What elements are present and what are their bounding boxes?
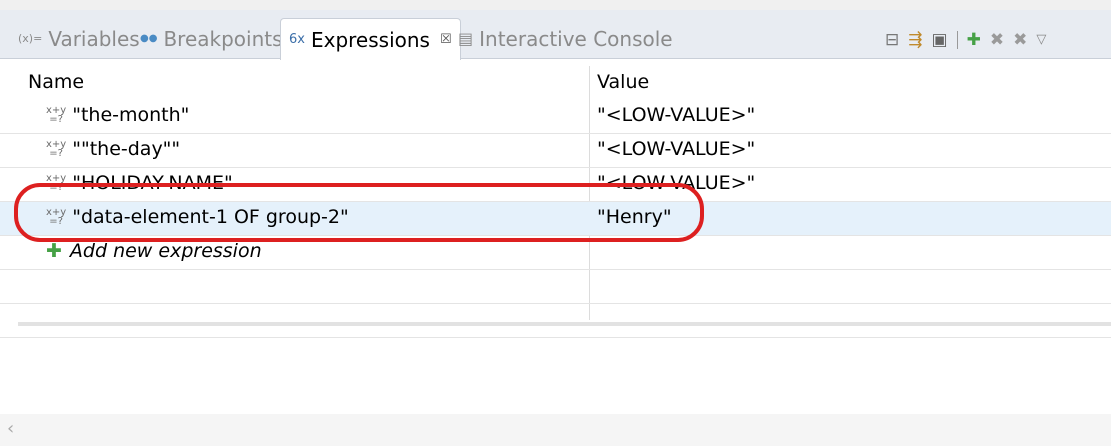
- expressions-table: Name Value x+y =? "the-month" "<LOW-VALUE>…: [0, 66, 1111, 338]
- expression-value: "<LOW-VALUE>": [597, 138, 756, 160]
- table-row[interactable]: x+y =? ""the-day"" "<LOW-VALUE>": [0, 134, 1111, 168]
- tab-label: Expressions: [310, 27, 430, 52]
- expression-value: "Henry": [597, 206, 672, 228]
- table-row-selected[interactable]: x+y =? "data-element-1 OF group-2" "Henry": [0, 202, 1111, 236]
- tab-label: Variables: [48, 26, 140, 51]
- expression-name: "the-month": [72, 104, 190, 126]
- tab-label: Breakpoints: [163, 26, 283, 51]
- expression-name: "data-element-1 OF group-2": [72, 206, 349, 228]
- view-toolbar: ⊟ ⇶ ▣ ✚ ✖ ✖ ▽: [885, 30, 1046, 50]
- add-expression-row[interactable]: ✚ Add new expression: [0, 236, 1111, 270]
- tab-label: Interactive Console: [479, 26, 673, 51]
- expression-name: "HOLIDAY-NAME": [72, 172, 233, 194]
- breakpoints-icon: ●●: [140, 33, 158, 44]
- watch-expression-icon: x+y =?: [46, 105, 67, 125]
- add-expression-icon[interactable]: ✚: [967, 30, 981, 50]
- horizontal-scrollbar[interactable]: ‹: [0, 414, 1111, 446]
- watch-expression-icon: x+y =?: [46, 173, 67, 193]
- remove-icon[interactable]: ✖: [990, 30, 1004, 50]
- tab-breakpoints[interactable]: ●● Breakpoints: [140, 19, 283, 58]
- expression-name: ""the-day"": [72, 138, 181, 160]
- toolbar-separator: [956, 31, 958, 49]
- remove-all-icon[interactable]: ✖: [1013, 30, 1027, 50]
- variables-icon: (x)=: [18, 32, 43, 45]
- show-logical-structure-icon[interactable]: ▣: [932, 30, 948, 50]
- expression-value: "<LOW-VALUE>": [597, 172, 756, 194]
- table-row[interactable]: x+y =? "HOLIDAY-NAME" "<LOW-VALUE>": [0, 168, 1111, 202]
- close-icon[interactable]: ☒: [440, 32, 452, 47]
- table-header: Name Value: [0, 66, 1111, 100]
- tab-variables[interactable]: (x)= Variables: [18, 19, 140, 58]
- column-header-value[interactable]: Value: [597, 71, 649, 93]
- tab-interactive-console[interactable]: ▤ Interactive Console: [458, 19, 673, 58]
- show-type-names-icon[interactable]: ⇶: [908, 30, 922, 50]
- table-bottom-rule: [18, 322, 1111, 326]
- tab-expressions[interactable]: 6x Expressions ☒: [280, 18, 461, 60]
- watch-expression-icon: x+y =?: [46, 139, 67, 159]
- scroll-left-arrow-icon[interactable]: ‹: [7, 418, 14, 439]
- add-icon: ✚: [46, 240, 62, 262]
- view-menu-icon[interactable]: ▽: [1036, 30, 1046, 50]
- top-band: [0, 0, 1111, 10]
- view-tab-bar: (x)= Variables ●● Breakpoints 6x Express…: [0, 10, 1111, 60]
- collapse-all-icon[interactable]: ⊟: [885, 30, 899, 50]
- column-header-name[interactable]: Name: [28, 71, 84, 93]
- empty-row: [0, 304, 1111, 338]
- add-expression-label: Add new expression: [69, 240, 262, 262]
- watch-expression-icon: x+y =?: [46, 207, 67, 227]
- empty-row: [0, 270, 1111, 304]
- console-icon: ▤: [458, 29, 474, 48]
- expressions-icon: 6x: [289, 32, 305, 47]
- table-row[interactable]: x+y =? "the-month" "<LOW-VALUE>": [0, 100, 1111, 134]
- expression-value: "<LOW-VALUE>": [597, 104, 756, 126]
